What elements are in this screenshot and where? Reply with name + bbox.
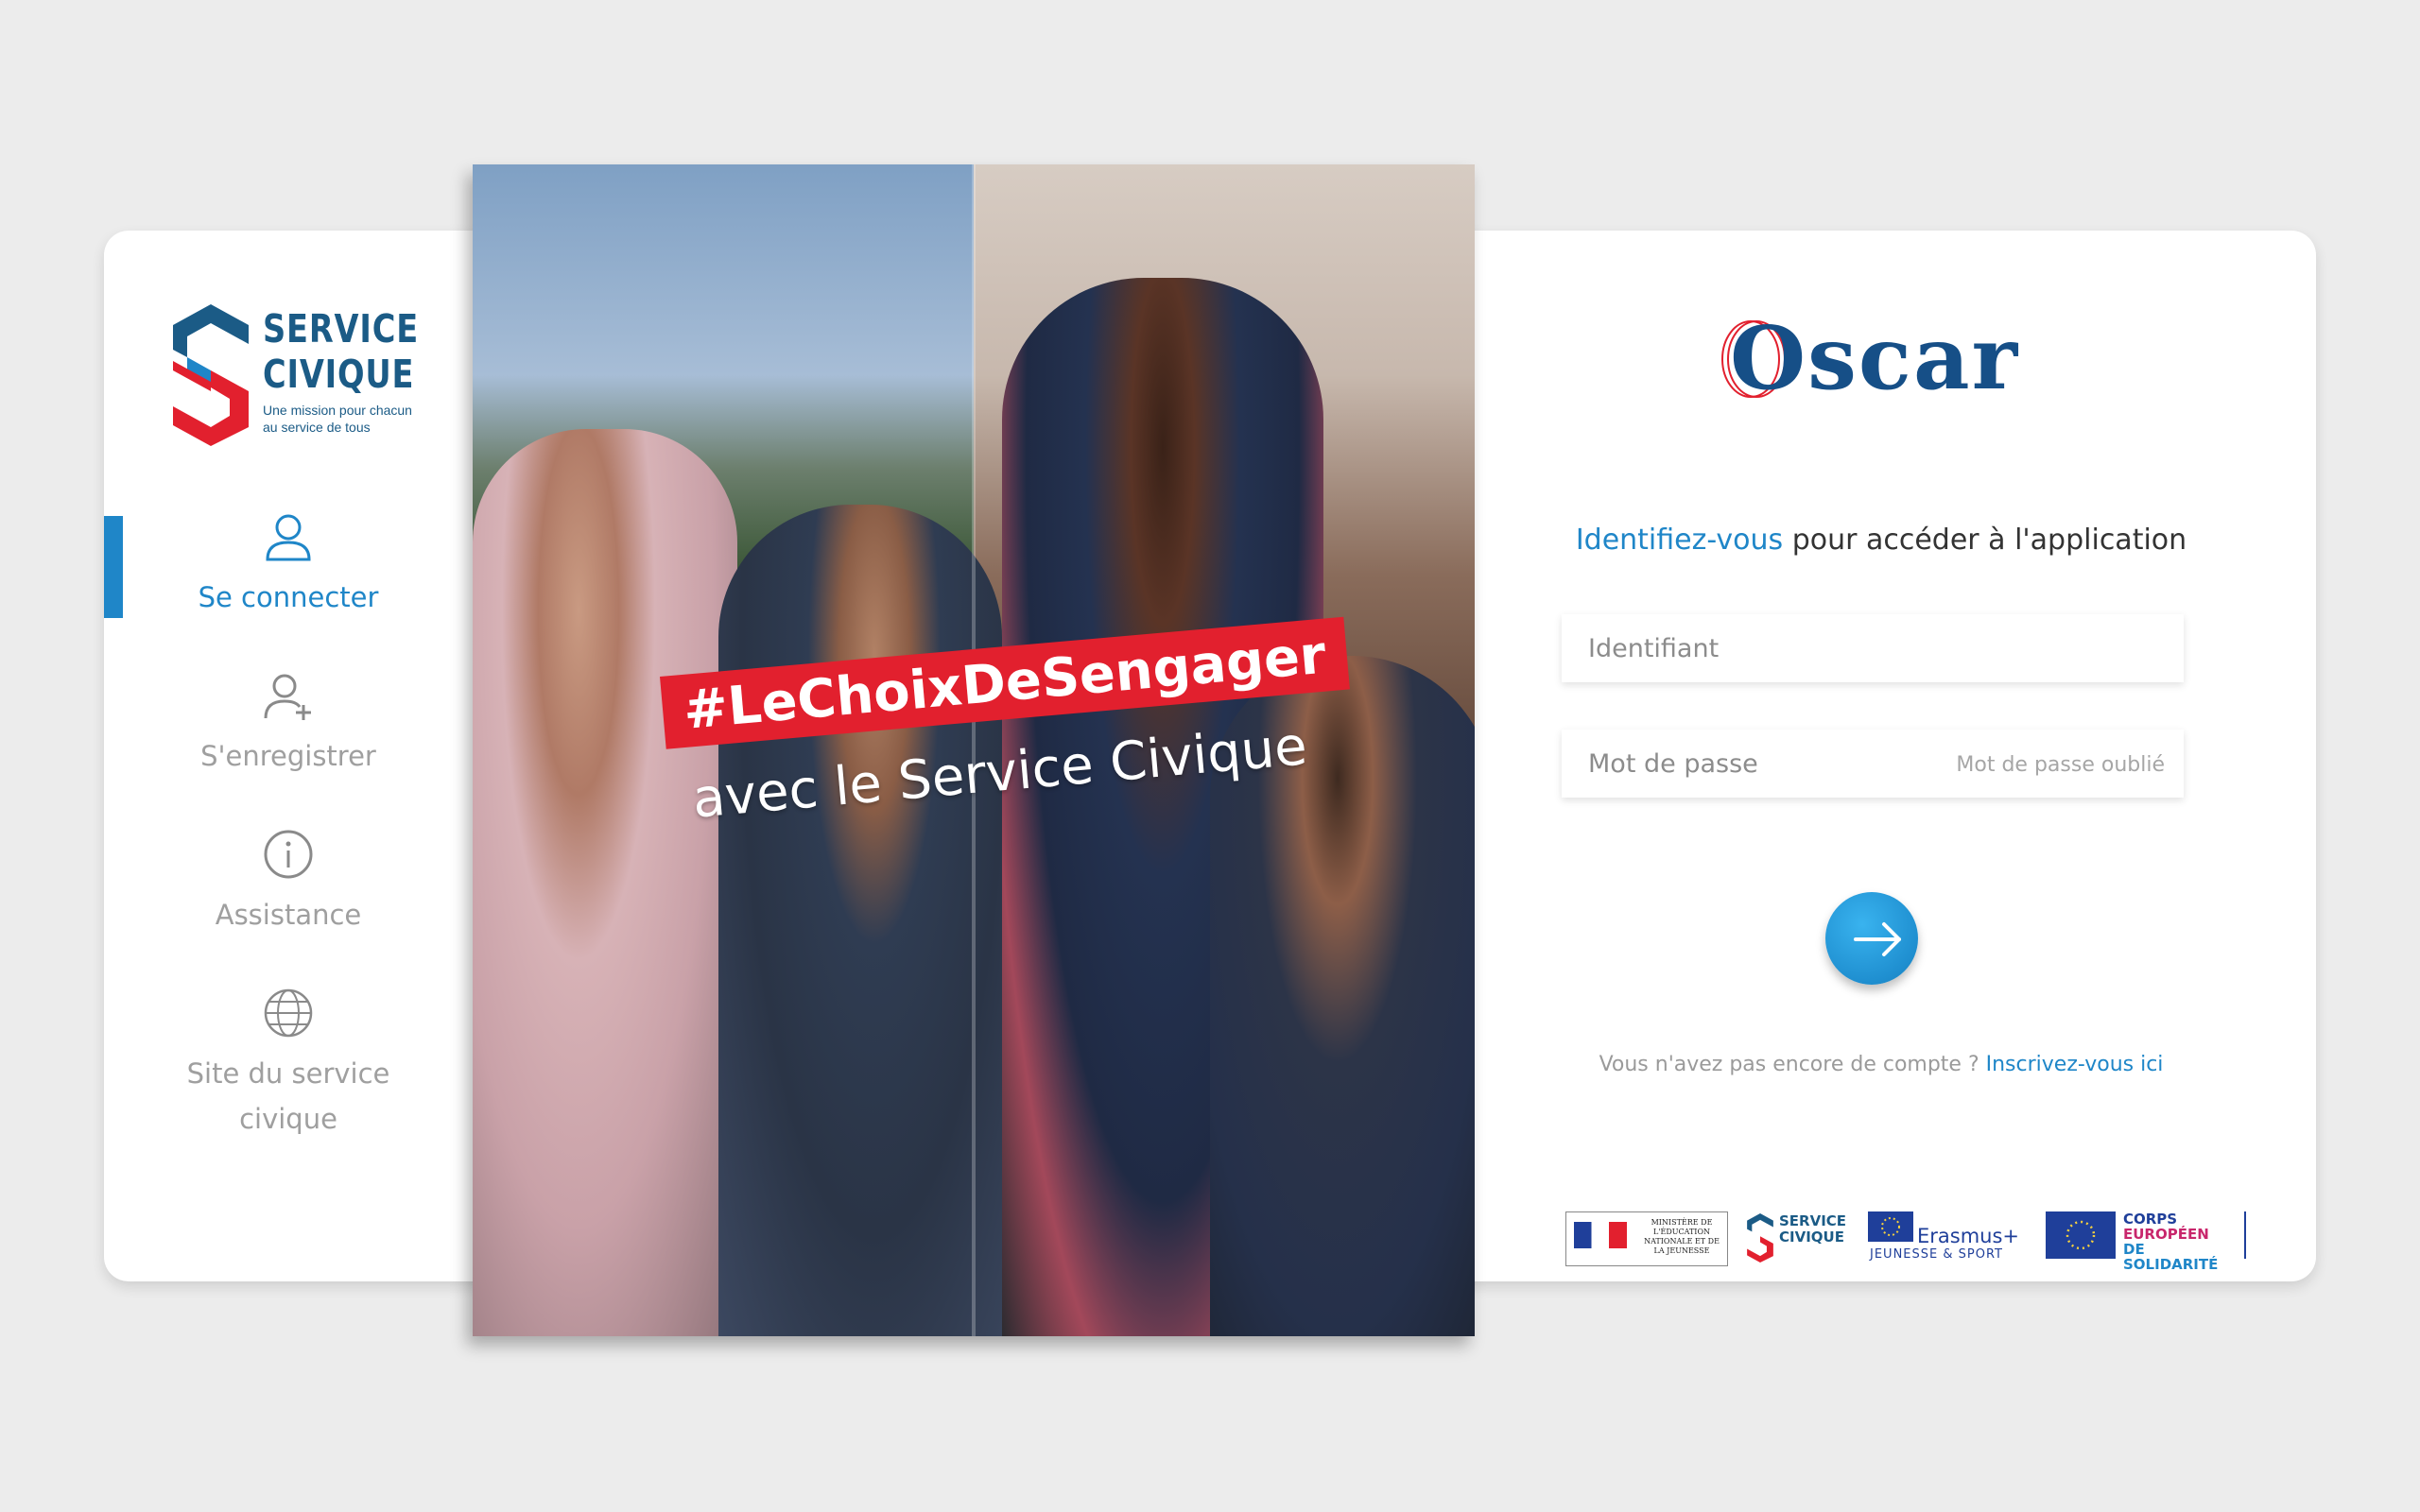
sidebar-item-label: Se connecter: [198, 581, 379, 613]
service-civique-emblem-icon: [173, 304, 249, 446]
user-icon: [266, 514, 311, 561]
sidebar-item-label: Assistance: [215, 899, 362, 931]
register-link[interactable]: Inscrivez-vous ici: [1986, 1053, 2164, 1076]
login-subtitle: Identifiez-vous pour accéder à l'applica…: [1575, 524, 2187, 557]
oscar-logo: Oscar: [1711, 306, 2051, 410]
erasmus-logo: Erasmus+ JEUNESSE & SPORT: [1868, 1211, 2024, 1264]
brand-title: SERVICE CIVIQUE: [263, 306, 419, 397]
sidebar-item-assistance[interactable]: Assistance: [104, 828, 473, 937]
brand-tagline: Une mission pour chacun au service de to…: [263, 403, 412, 435]
service-civique-emblem-icon: [1747, 1213, 1773, 1263]
info-icon: [264, 830, 313, 879]
eu-flag-icon: [1868, 1211, 1913, 1242]
sidebar-item-label: Site du service civique: [186, 1057, 390, 1135]
arrow-right-icon: [1854, 922, 1901, 956]
register-prompt: Vous n'avez pas encore de compte ? Inscr…: [1599, 1053, 2164, 1076]
hero-person: [473, 429, 737, 1336]
european-solidarity-corps-logo: CORPS EUROPÉEN DE SOLIDARITÉ: [2046, 1211, 2246, 1272]
globe-icon: [264, 988, 313, 1038]
login-panel: Oscar Identifiez-vous pour accéder à l'a…: [1475, 231, 2316, 1281]
sidebar-item-register[interactable]: S'enregistrer: [104, 669, 473, 779]
service-civique-small-logo: SERVICE CIVIQUE: [1745, 1211, 1849, 1264]
eu-flag-icon: [2046, 1211, 2116, 1259]
username-input[interactable]: [1562, 614, 2184, 682]
sidebar: SERVICE CIVIQUE Une mission pour chacun …: [104, 231, 473, 1281]
forgot-password-link[interactable]: Mot de passe oublié: [1947, 753, 2165, 777]
service-civique-logo: SERVICE CIVIQUE Une mission pour chacun …: [168, 304, 424, 446]
hero-person: [718, 505, 1002, 1336]
user-plus-icon: [264, 674, 311, 720]
submit-button[interactable]: [1825, 892, 1918, 985]
partner-logos: MINISTÈRE DE L'ÉDUCATION NATIONALE ET DE…: [1565, 1211, 2246, 1272]
sidebar-item-label: S'enregistrer: [200, 740, 376, 772]
sidebar-item-site[interactable]: Site du service civique: [104, 987, 473, 1142]
sidebar-item-login[interactable]: Se connecter: [104, 510, 473, 620]
ministry-logo: MINISTÈRE DE L'ÉDUCATION NATIONALE ET DE…: [1565, 1211, 1728, 1266]
french-flag-icon: [1574, 1222, 1627, 1248]
app-name: Oscar: [1730, 307, 2020, 409]
hero-image: #LeChoixDeSengager avec le Service Civiq…: [473, 164, 1475, 1336]
